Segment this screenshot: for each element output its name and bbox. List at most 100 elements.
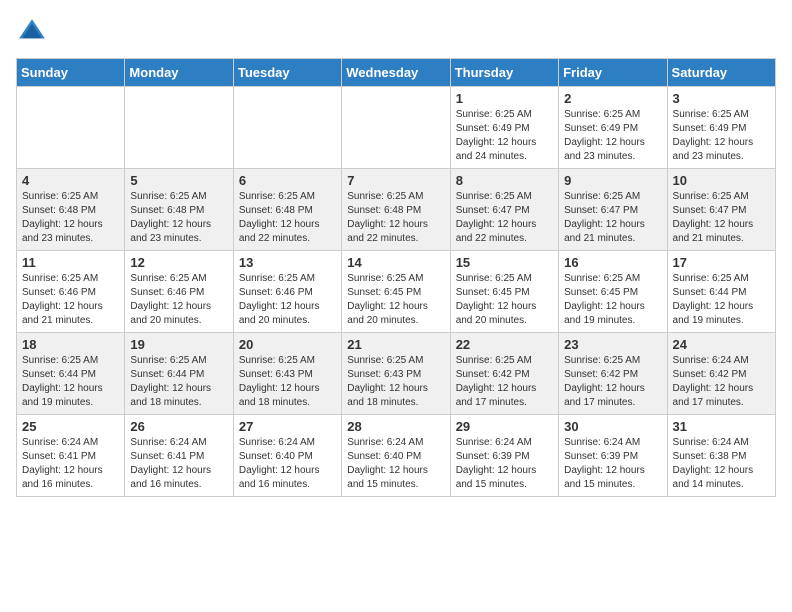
day-number: 12 <box>130 255 227 270</box>
day-number: 11 <box>22 255 119 270</box>
day-info: Sunrise: 6:24 AM Sunset: 6:40 PM Dayligh… <box>347 436 444 492</box>
day-number: 2 <box>564 91 661 106</box>
day-info: Sunrise: 6:25 AM Sunset: 6:48 PM Dayligh… <box>239 190 336 246</box>
day-info: Sunrise: 6:24 AM Sunset: 6:38 PM Dayligh… <box>673 436 770 492</box>
day-info: Sunrise: 6:24 AM Sunset: 6:42 PM Dayligh… <box>673 354 770 410</box>
calendar-cell: 31 Sunrise: 6:24 AM Sunset: 6:38 PM Dayli… <box>667 415 775 497</box>
calendar-cell: 30 Sunrise: 6:24 AM Sunset: 6:39 PM Dayli… <box>559 415 667 497</box>
page-header <box>16 16 776 48</box>
day-number: 27 <box>239 419 336 434</box>
calendar-cell: 12 Sunrise: 6:25 AM Sunset: 6:46 PM Dayli… <box>125 251 233 333</box>
calendar-cell: 23Sunrise: 6:25 AM Sunset: 6:42 PM Dayli… <box>559 333 667 415</box>
day-number: 29 <box>456 419 553 434</box>
day-info: Sunrise: 6:25 AM Sunset: 6:47 PM Dayligh… <box>673 190 770 246</box>
calendar-cell: 21 Sunrise: 6:25 AM Sunset: 6:43 PM Dayli… <box>342 333 450 415</box>
calendar-week-row: 1 Sunrise: 6:25 AM Sunset: 6:49 PM Daylig… <box>17 87 776 169</box>
day-info: Sunrise: 6:25 AM Sunset: 6:46 PM Dayligh… <box>239 272 336 328</box>
calendar-cell: 13 Sunrise: 6:25 AM Sunset: 6:46 PM Dayli… <box>233 251 341 333</box>
calendar-cell: 2 Sunrise: 6:25 AM Sunset: 6:49 PM Daylig… <box>559 87 667 169</box>
day-info: Sunrise: 6:25 AM Sunset: 6:46 PM Dayligh… <box>130 272 227 328</box>
day-of-week-header: Saturday <box>667 59 775 87</box>
calendar-cell: 8Sunrise: 6:25 AM Sunset: 6:47 PM Daylig… <box>450 169 558 251</box>
day-info: Sunrise: 6:24 AM Sunset: 6:39 PM Dayligh… <box>456 436 553 492</box>
calendar-cell: 18 Sunrise: 6:25 AM Sunset: 6:44 PM Dayli… <box>17 333 125 415</box>
day-of-week-header: Tuesday <box>233 59 341 87</box>
day-number: 5 <box>130 173 227 188</box>
calendar-cell: 7 Sunrise: 6:25 AM Sunset: 6:48 PM Daylig… <box>342 169 450 251</box>
day-number: 3 <box>673 91 770 106</box>
calendar-cell: 28 Sunrise: 6:24 AM Sunset: 6:40 PM Dayli… <box>342 415 450 497</box>
calendar-cell: 22 Sunrise: 6:25 AM Sunset: 6:42 PM Dayli… <box>450 333 558 415</box>
day-number: 21 <box>347 337 444 352</box>
calendar-cell: 5Sunrise: 6:25 AM Sunset: 6:48 PM Daylig… <box>125 169 233 251</box>
calendar-cell <box>233 87 341 169</box>
day-number: 17 <box>673 255 770 270</box>
day-number: 28 <box>347 419 444 434</box>
day-of-week-header: Sunday <box>17 59 125 87</box>
day-info: Sunrise: 6:24 AM Sunset: 6:41 PM Dayligh… <box>130 436 227 492</box>
day-info: Sunrise: 6:25 AM Sunset: 6:43 PM Dayligh… <box>239 354 336 410</box>
calendar-cell: 6 Sunrise: 6:25 AM Sunset: 6:48 PM Daylig… <box>233 169 341 251</box>
day-number: 15 <box>456 255 553 270</box>
day-number: 7 <box>347 173 444 188</box>
calendar-cell: 14 Sunrise: 6:25 AM Sunset: 6:45 PM Dayli… <box>342 251 450 333</box>
logo <box>16 16 52 48</box>
day-number: 23 <box>564 337 661 352</box>
calendar-week-row: 4Sunrise: 6:25 AM Sunset: 6:48 PM Daylig… <box>17 169 776 251</box>
day-number: 1 <box>456 91 553 106</box>
calendar-cell: 24Sunrise: 6:24 AM Sunset: 6:42 PM Dayli… <box>667 333 775 415</box>
day-info: Sunrise: 6:25 AM Sunset: 6:44 PM Dayligh… <box>130 354 227 410</box>
day-info: Sunrise: 6:25 AM Sunset: 6:44 PM Dayligh… <box>22 354 119 410</box>
day-info: Sunrise: 6:25 AM Sunset: 6:44 PM Dayligh… <box>673 272 770 328</box>
calendar-week-row: 11 Sunrise: 6:25 AM Sunset: 6:46 PM Dayli… <box>17 251 776 333</box>
calendar-cell: 27 Sunrise: 6:24 AM Sunset: 6:40 PM Dayli… <box>233 415 341 497</box>
calendar-cell: 19 Sunrise: 6:25 AM Sunset: 6:44 PM Dayli… <box>125 333 233 415</box>
day-number: 9 <box>564 173 661 188</box>
day-number: 26 <box>130 419 227 434</box>
day-number: 19 <box>130 337 227 352</box>
calendar-cell: 11 Sunrise: 6:25 AM Sunset: 6:46 PM Dayli… <box>17 251 125 333</box>
calendar-cell: 17 Sunrise: 6:25 AM Sunset: 6:44 PM Dayli… <box>667 251 775 333</box>
day-of-week-header: Wednesday <box>342 59 450 87</box>
calendar-cell: 9 Sunrise: 6:25 AM Sunset: 6:47 PM Daylig… <box>559 169 667 251</box>
day-info: Sunrise: 6:25 AM Sunset: 6:49 PM Dayligh… <box>564 108 661 164</box>
calendar-week-row: 18 Sunrise: 6:25 AM Sunset: 6:44 PM Dayli… <box>17 333 776 415</box>
day-info: Sunrise: 6:25 AM Sunset: 6:47 PM Dayligh… <box>456 190 553 246</box>
logo-icon <box>16 16 48 48</box>
day-number: 25 <box>22 419 119 434</box>
day-info: Sunrise: 6:25 AM Sunset: 6:49 PM Dayligh… <box>673 108 770 164</box>
calendar-cell: 15Sunrise: 6:25 AM Sunset: 6:45 PM Dayli… <box>450 251 558 333</box>
day-info: Sunrise: 6:25 AM Sunset: 6:45 PM Dayligh… <box>347 272 444 328</box>
day-info: Sunrise: 6:24 AM Sunset: 6:41 PM Dayligh… <box>22 436 119 492</box>
day-number: 16 <box>564 255 661 270</box>
day-number: 13 <box>239 255 336 270</box>
calendar-cell <box>342 87 450 169</box>
day-info: Sunrise: 6:24 AM Sunset: 6:40 PM Dayligh… <box>239 436 336 492</box>
calendar-cell: 10 Sunrise: 6:25 AM Sunset: 6:47 PM Dayli… <box>667 169 775 251</box>
day-info: Sunrise: 6:25 AM Sunset: 6:47 PM Dayligh… <box>564 190 661 246</box>
day-info: Sunrise: 6:25 AM Sunset: 6:48 PM Dayligh… <box>347 190 444 246</box>
day-number: 18 <box>22 337 119 352</box>
day-info: Sunrise: 6:24 AM Sunset: 6:39 PM Dayligh… <box>564 436 661 492</box>
day-of-week-header: Thursday <box>450 59 558 87</box>
day-info: Sunrise: 6:25 AM Sunset: 6:48 PM Dayligh… <box>22 190 119 246</box>
day-of-week-header: Friday <box>559 59 667 87</box>
calendar-header-row: SundayMondayTuesdayWednesdayThursdayFrid… <box>17 59 776 87</box>
calendar-cell: 25 Sunrise: 6:24 AM Sunset: 6:41 PM Dayli… <box>17 415 125 497</box>
day-number: 31 <box>673 419 770 434</box>
day-info: Sunrise: 6:25 AM Sunset: 6:43 PM Dayligh… <box>347 354 444 410</box>
day-number: 30 <box>564 419 661 434</box>
calendar-cell <box>17 87 125 169</box>
day-number: 14 <box>347 255 444 270</box>
day-info: Sunrise: 6:25 AM Sunset: 6:42 PM Dayligh… <box>456 354 553 410</box>
day-number: 10 <box>673 173 770 188</box>
calendar-cell: 3 Sunrise: 6:25 AM Sunset: 6:49 PM Daylig… <box>667 87 775 169</box>
day-info: Sunrise: 6:25 AM Sunset: 6:46 PM Dayligh… <box>22 272 119 328</box>
day-number: 6 <box>239 173 336 188</box>
day-number: 22 <box>456 337 553 352</box>
calendar-cell: 29 Sunrise: 6:24 AM Sunset: 6:39 PM Dayli… <box>450 415 558 497</box>
calendar-week-row: 25 Sunrise: 6:24 AM Sunset: 6:41 PM Dayli… <box>17 415 776 497</box>
calendar-cell <box>125 87 233 169</box>
calendar-cell: 4Sunrise: 6:25 AM Sunset: 6:48 PM Daylig… <box>17 169 125 251</box>
calendar-cell: 1Sunrise: 6:25 AM Sunset: 6:49 PM Daylig… <box>450 87 558 169</box>
